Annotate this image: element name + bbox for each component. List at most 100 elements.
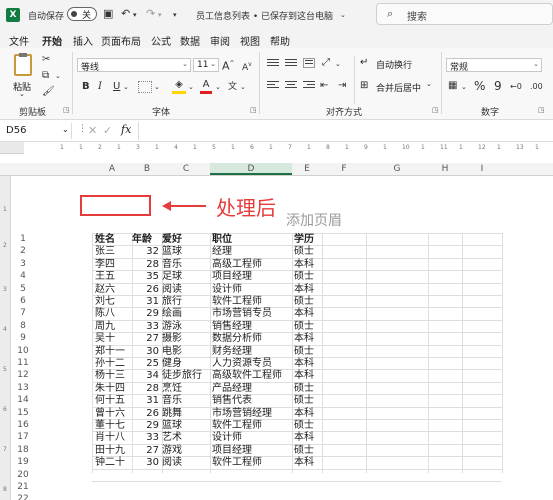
table-cell[interactable]: 硕士 [294,321,320,333]
tab-data[interactable]: 数据 [180,33,200,48]
table-cell[interactable]: 钟二十 [95,457,129,469]
percent-button[interactable]: % [474,80,485,92]
table-cell[interactable]: 本科 [294,358,320,370]
font-name-select[interactable]: 等线 ⌄ [77,58,191,72]
copy-dropdown-icon[interactable]: ⌄ [55,70,61,82]
table-cell[interactable]: 董十七 [95,420,129,432]
table-cell[interactable]: 33 [132,321,159,333]
row-number[interactable]: 22 [12,494,34,500]
column-header-i[interactable]: I [462,164,502,174]
borders-icon[interactable] [138,81,152,93]
table-cell[interactable]: 杨十三 [95,370,129,382]
row-number[interactable]: 19 [12,457,34,467]
table-cell[interactable]: 软件工程师 [212,457,290,469]
format-painter-icon[interactable]: 🖌 [42,86,55,98]
column-header-c[interactable]: C [162,164,210,174]
table-cell[interactable]: 王五 [95,271,129,283]
tab-insert[interactable]: 插入 [73,33,93,48]
table-cell[interactable]: 28 [132,259,159,271]
align-left-icon[interactable] [267,81,279,91]
table-cell[interactable]: 30 [132,457,159,469]
cut-icon[interactable]: ✂ [42,54,50,66]
redo-dropdown-icon[interactable]: ▾ [158,9,162,21]
table-cell[interactable]: 28 [132,383,159,395]
table-cell[interactable]: 健身 [162,358,208,370]
row-number[interactable]: 21 [12,482,34,492]
table-cell[interactable]: 烹饪 [162,383,208,395]
row-number[interactable]: 14 [12,395,34,405]
table-cell[interactable]: 肖十八 [95,432,129,444]
column-header-b[interactable]: B [132,164,162,174]
table-cell[interactable]: 郑十一 [95,346,129,358]
table-cell[interactable]: 音乐 [162,259,208,271]
decrease-decimal-icon[interactable]: .00 [530,81,543,93]
row-number[interactable]: 7 [12,308,34,318]
table-cell[interactable]: 26 [132,284,159,296]
table-header-cell[interactable]: 年龄 [132,234,159,246]
table-cell[interactable]: 田十九 [95,445,129,457]
table-cell[interactable]: 设计师 [212,284,290,296]
row-number[interactable]: 13 [12,383,34,393]
table-header-cell[interactable]: 爱好 [162,234,208,246]
tab-view[interactable]: 视图 [240,33,260,48]
table-cell[interactable]: 绘画 [162,308,208,320]
column-header-g[interactable]: G [366,164,428,174]
table-cell[interactable]: 项目经理 [212,445,290,457]
table-cell[interactable]: 32 [132,246,159,258]
tab-file[interactable]: 文件 [9,33,29,48]
title-dropdown-icon[interactable]: ⌄ [340,9,346,21]
table-cell[interactable]: 销售代表 [212,395,290,407]
row-number[interactable]: 12 [12,370,34,380]
align-top-icon[interactable] [267,59,279,69]
row-number[interactable]: 6 [12,296,34,306]
table-cell[interactable]: 产品经理 [212,383,290,395]
table-cell[interactable]: 26 [132,408,159,420]
table-cell[interactable]: 硕士 [294,246,320,258]
table-header-cell[interactable]: 姓名 [95,234,129,246]
table-cell[interactable]: 软件工程师 [212,420,290,432]
table-cell[interactable]: 电影 [162,346,208,358]
table-cell[interactable]: 硕士 [294,296,320,308]
table-cell[interactable]: 阅读 [162,457,208,469]
table-cell[interactable]: 硕士 [294,271,320,283]
table-cell[interactable]: 34 [132,370,159,382]
table-cell[interactable]: 刘七 [95,296,129,308]
autosave-toggle[interactable]: 关 [67,7,97,21]
table-cell[interactable]: 33 [132,432,159,444]
accounting-dropdown-icon[interactable]: ⌄ [461,81,467,93]
table-cell[interactable]: 29 [132,420,159,432]
table-cell[interactable]: 硕士 [294,420,320,432]
row-number[interactable]: 4 [12,271,34,281]
table-cell[interactable]: 经理 [212,246,290,258]
underline-dropdown-icon[interactable]: ⌄ [123,81,129,93]
number-launcher-icon[interactable]: ◳ [538,106,545,114]
table-cell[interactable]: 30 [132,346,159,358]
table-cell[interactable]: 篮球 [162,246,208,258]
customize-qat-icon[interactable]: ▾ [173,9,177,21]
row-number[interactable]: 2 [12,246,34,256]
table-cell[interactable]: 本科 [294,370,320,382]
table-cell[interactable]: 35 [132,271,159,283]
table-cell[interactable]: 摄影 [162,333,208,345]
table-cell[interactable]: 市场营销经理 [212,408,290,420]
table-cell[interactable]: 高级工程师 [212,259,290,271]
table-cell[interactable]: 跳舞 [162,408,208,420]
align-right-icon[interactable] [303,81,315,91]
table-cell[interactable]: 高级软件工程师 [212,370,290,382]
table-cell[interactable]: 艺术 [162,432,208,444]
table-cell[interactable]: 数据分析师 [212,333,290,345]
table-cell[interactable]: 本科 [294,333,320,345]
merge-center-button[interactable]: ⊞ 合并后居中 ⌄ [360,80,440,94]
tab-page-layout[interactable]: 页面布局 [101,33,141,48]
column-header-a[interactable]: A [92,164,132,174]
save-icon[interactable]: ▣ [103,8,113,20]
table-cell[interactable]: 旅行 [162,296,208,308]
select-all-corner[interactable] [0,163,92,176]
table-cell[interactable]: 吴十 [95,333,129,345]
column-header-h[interactable]: H [428,164,462,174]
table-cell[interactable]: 李四 [95,259,129,271]
table-cell[interactable]: 本科 [294,457,320,469]
align-middle-icon[interactable] [285,59,297,69]
table-cell[interactable]: 阅读 [162,284,208,296]
table-cell[interactable]: 足球 [162,271,208,283]
